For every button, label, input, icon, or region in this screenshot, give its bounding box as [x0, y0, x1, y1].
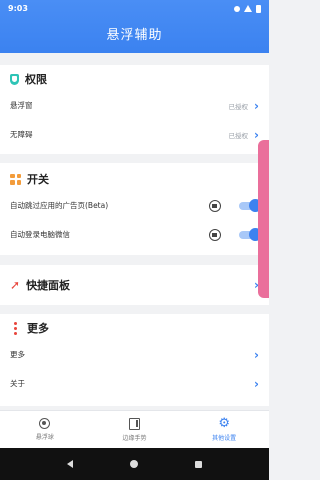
- quick-panel-card[interactable]: ➚ 快捷面板 ›: [0, 265, 269, 305]
- permission-row-accessibility[interactable]: 无障碍 已授权 ›: [0, 120, 269, 149]
- quick-panel-row[interactable]: ➚ 快捷面板 ›: [0, 265, 269, 305]
- home-icon[interactable]: [129, 460, 138, 468]
- permissions-header: 权限: [0, 67, 269, 91]
- chevron-right-icon: ›: [254, 347, 259, 362]
- status-bar: 9:03: [0, 0, 269, 17]
- system-nav-bar: [0, 448, 269, 480]
- more-item-label: 关于: [10, 379, 25, 388]
- chevron-right-icon: ›: [254, 127, 259, 142]
- skip-ads-toggle[interactable]: [239, 198, 262, 212]
- status-icons: [234, 4, 261, 13]
- back-icon[interactable]: [66, 460, 73, 468]
- switch-label: 自动登录电脑微信: [10, 230, 70, 239]
- floating-ball-icon: [39, 418, 51, 429]
- nav-tab-floating-ball[interactable]: 悬浮球: [0, 411, 90, 448]
- switches-header: 开关: [0, 167, 269, 191]
- permission-row-overlay[interactable]: 悬浮窗 已授权 ›: [0, 91, 269, 120]
- wechat-login-toggle[interactable]: [239, 227, 262, 241]
- permissions-title: 权限: [25, 73, 47, 86]
- more-row-about[interactable]: 关于 ›: [0, 369, 269, 398]
- switch-row-wechat-login: 自动登录电脑微信: [0, 220, 269, 249]
- recent-apps-icon[interactable]: [195, 460, 203, 468]
- chevron-right-icon: ›: [254, 98, 259, 113]
- permission-label: 无障碍: [10, 130, 33, 139]
- more-title: 更多: [27, 322, 49, 335]
- more-item-label: 更多: [10, 350, 25, 359]
- battery-icon: [256, 4, 261, 13]
- switch-label: 自动跳过应用的广告页(Beta): [10, 201, 109, 210]
- more-vertical-icon: [10, 321, 21, 335]
- status-time: 9:03: [8, 4, 28, 13]
- app-header: 9:03 悬浮辅助: [0, 0, 269, 53]
- more-card: 更多 更多 › 关于 ›: [0, 314, 269, 406]
- grid-icon: [10, 173, 21, 185]
- bottom-nav: 悬浮球 边缘手势 ⚙ 其他设置: [0, 410, 269, 448]
- shield-icon: [10, 73, 19, 85]
- nav-tab-label: 悬浮球: [35, 434, 54, 441]
- more-header: 更多: [0, 316, 269, 340]
- more-row-more[interactable]: 更多 ›: [0, 340, 269, 369]
- nav-tab-edge-gesture[interactable]: 边缘手势: [90, 411, 180, 448]
- switches-title: 开关: [27, 173, 49, 186]
- edge-panel-icon: [129, 417, 140, 430]
- permission-status: 已授权: [228, 102, 249, 111]
- gear-icon: ⚙: [218, 416, 230, 431]
- wifi-icon: [234, 5, 240, 12]
- info-icon[interactable]: [209, 199, 221, 212]
- rocket-icon: ➚: [10, 278, 21, 292]
- nav-tab-other-settings[interactable]: ⚙ 其他设置: [179, 411, 269, 448]
- permission-label: 悬浮窗: [10, 101, 33, 110]
- switches-card: 开关 自动跳过应用的广告页(Beta) 自动登录电脑微信: [0, 163, 269, 255]
- signal-icon: [244, 5, 252, 12]
- info-icon[interactable]: [209, 228, 221, 241]
- nav-tab-label: 边缘手势: [122, 434, 147, 442]
- permission-status: 已授权: [228, 131, 249, 140]
- permissions-card: 权限 悬浮窗 已授权 › 无障碍 已授权 ›: [0, 65, 269, 154]
- edge-gesture-handle[interactable]: [258, 140, 269, 298]
- nav-tab-label: 其他设置: [212, 435, 237, 442]
- quick-panel-title: 快捷面板: [26, 279, 71, 292]
- switch-row-skip-ads: 自动跳过应用的广告页(Beta): [0, 191, 269, 220]
- page-title: 悬浮辅助: [106, 28, 163, 43]
- chevron-right-icon: ›: [254, 376, 259, 391]
